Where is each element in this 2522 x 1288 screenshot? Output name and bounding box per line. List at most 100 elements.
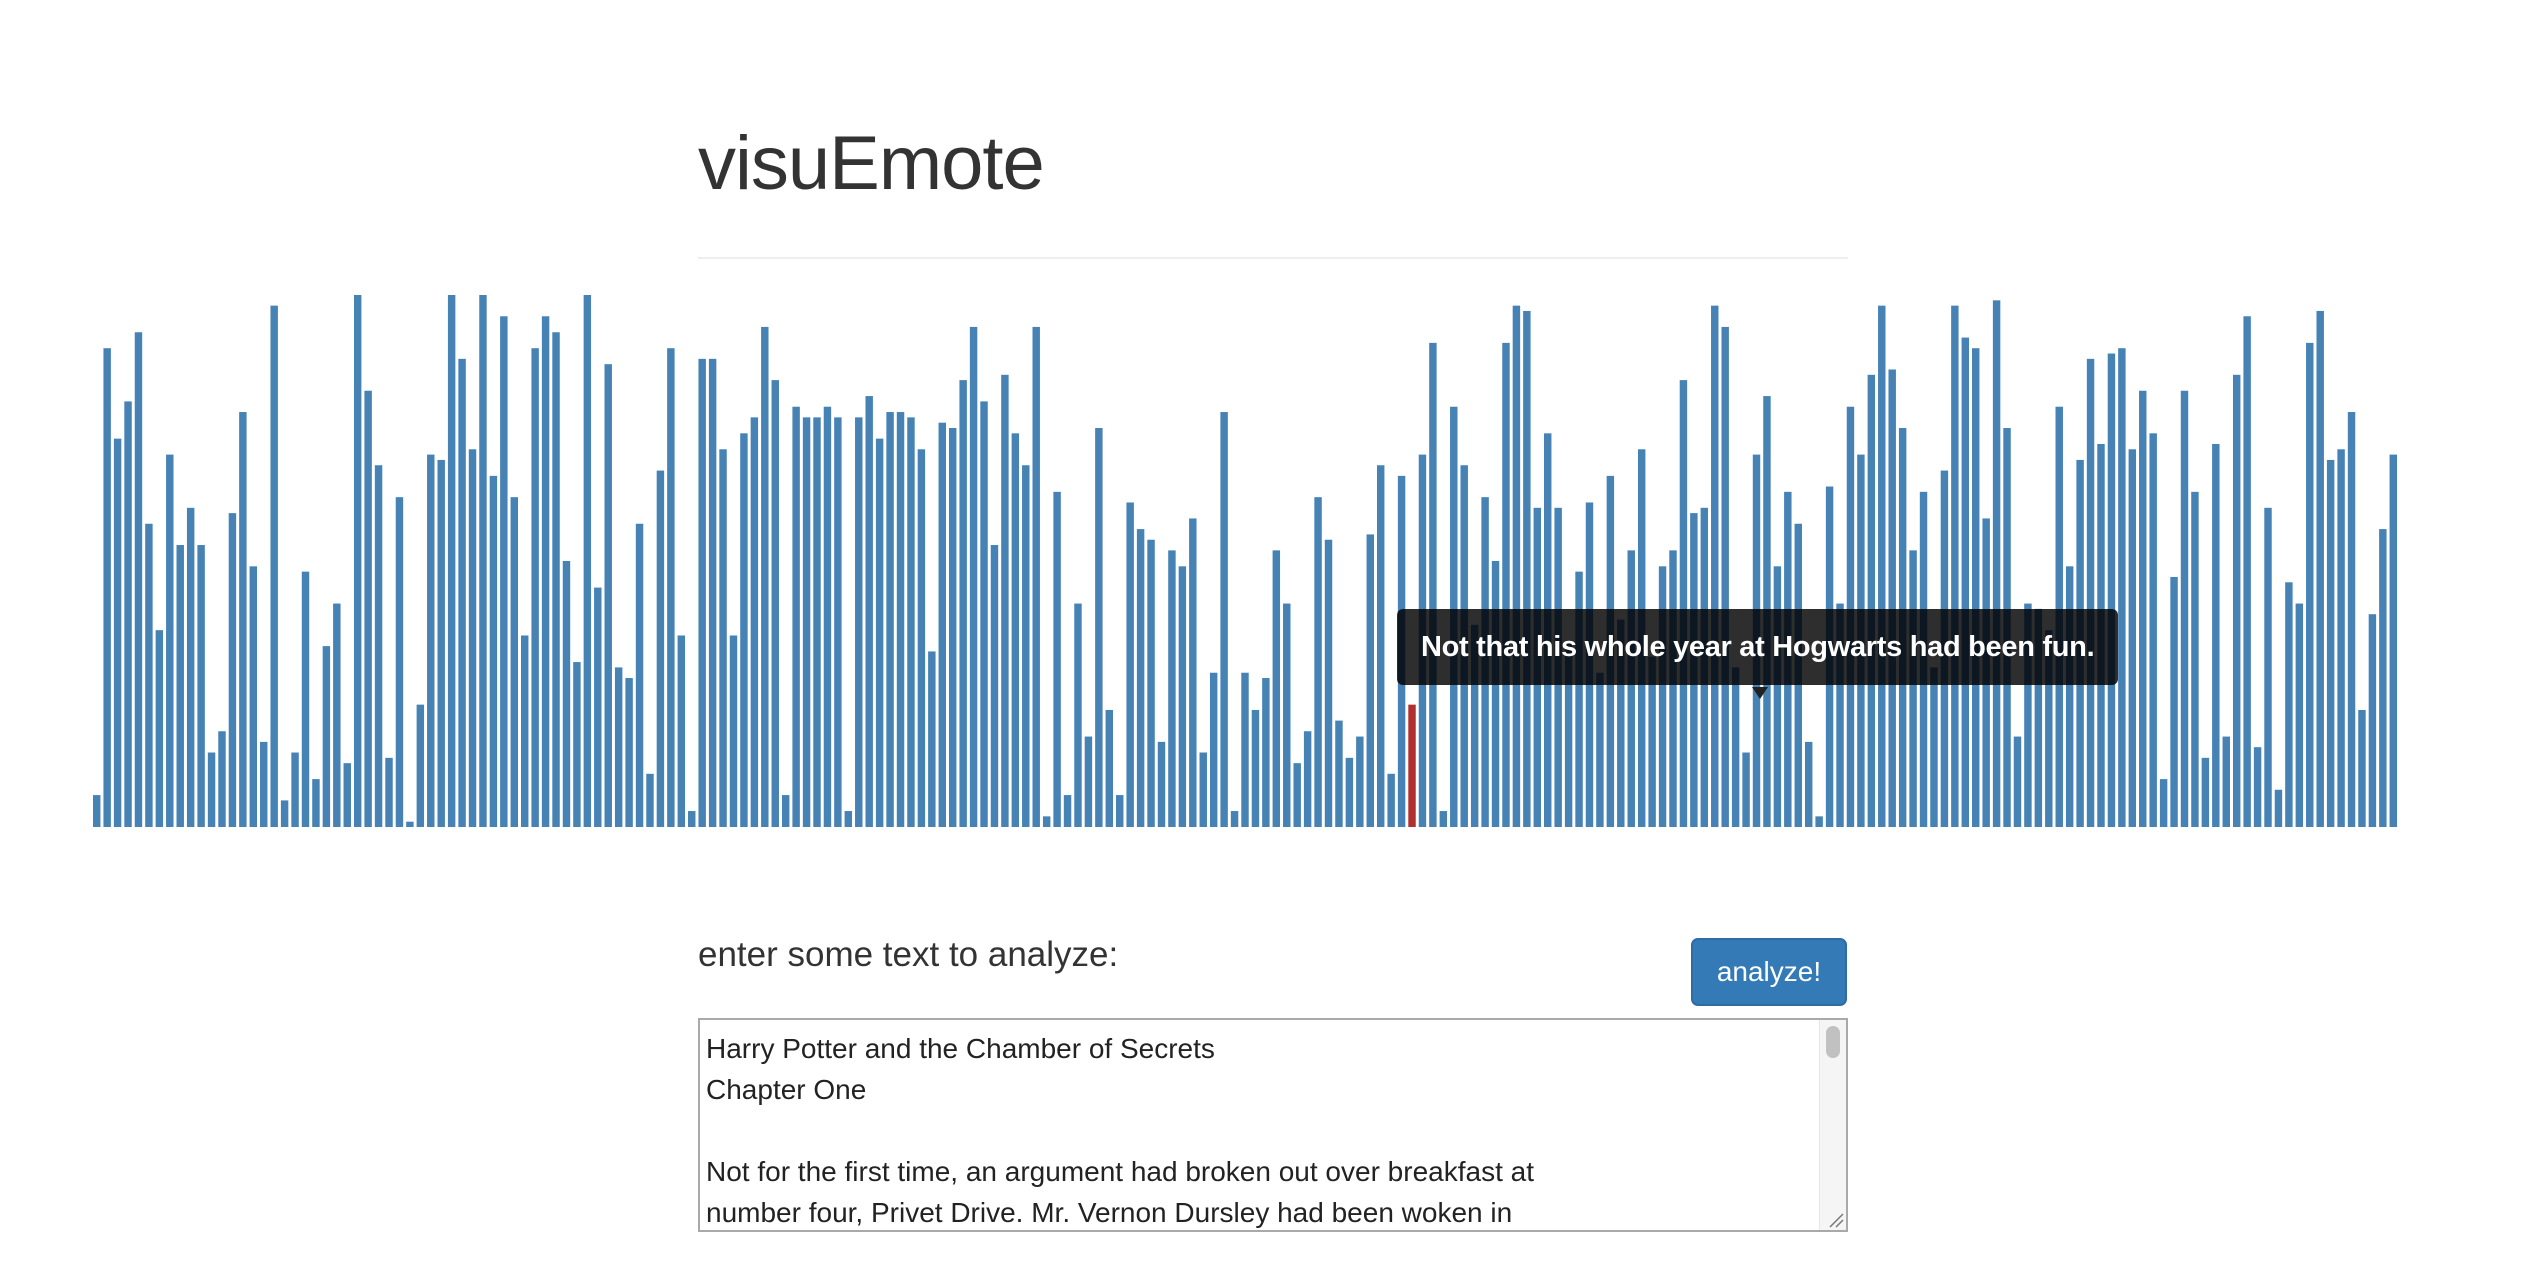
- bar[interactable]: [2118, 348, 2126, 827]
- bar[interactable]: [1032, 326, 1040, 827]
- bar[interactable]: [228, 513, 237, 827]
- bar[interactable]: [1199, 752, 1207, 827]
- bar[interactable]: [1992, 300, 2001, 827]
- bar[interactable]: [2285, 582, 2293, 827]
- bar[interactable]: [134, 332, 143, 827]
- bar[interactable]: [1157, 741, 1166, 827]
- bar[interactable]: [2065, 566, 2074, 827]
- bar[interactable]: [2274, 789, 2283, 827]
- bar[interactable]: [218, 731, 226, 827]
- bar[interactable]: [510, 497, 518, 827]
- bar[interactable]: [594, 587, 602, 827]
- bar[interactable]: [1658, 566, 1667, 827]
- bar[interactable]: [980, 401, 988, 827]
- bar[interactable]: [2306, 342, 2314, 827]
- text-scrollbar[interactable]: [1819, 1020, 1846, 1230]
- bar[interactable]: [93, 795, 101, 827]
- bar[interactable]: [1366, 534, 1374, 827]
- bar[interactable]: [2159, 779, 2168, 827]
- bar[interactable]: [740, 433, 748, 827]
- bar[interactable]: [844, 811, 853, 827]
- bar[interactable]: [166, 454, 174, 827]
- bar[interactable]: [761, 326, 769, 827]
- bar[interactable]: [2222, 736, 2230, 827]
- bar[interactable]: [2326, 459, 2335, 827]
- bar[interactable]: [1147, 539, 1155, 827]
- bar[interactable]: [1742, 752, 1750, 827]
- bar[interactable]: [1627, 550, 1635, 827]
- bar[interactable]: [1011, 433, 1020, 827]
- bar[interactable]: [635, 523, 644, 827]
- bar[interactable]: [1387, 773, 1395, 827]
- bar[interactable]: [479, 295, 487, 827]
- bar[interactable]: [750, 417, 759, 827]
- bar[interactable]: [1335, 720, 1343, 827]
- bar[interactable]: [719, 449, 727, 827]
- bar[interactable]: [1074, 603, 1082, 827]
- text-input-content[interactable]: Harry Potter and the Chamber of Secrets C…: [706, 1028, 1814, 1230]
- bar[interactable]: [698, 358, 706, 827]
- bar[interactable]: [1283, 603, 1291, 827]
- bar[interactable]: [917, 449, 926, 827]
- bar[interactable]: [2191, 491, 2199, 827]
- bar[interactable]: [2379, 529, 2387, 827]
- bar[interactable]: [312, 779, 320, 827]
- bar-highlighted[interactable]: [1408, 704, 1416, 827]
- bar[interactable]: [1721, 326, 1729, 827]
- bar[interactable]: [562, 561, 571, 827]
- bar[interactable]: [1293, 763, 1301, 827]
- bar[interactable]: [270, 305, 278, 827]
- bar[interactable]: [468, 449, 477, 827]
- bar[interactable]: [280, 800, 289, 827]
- bar[interactable]: [2253, 747, 2262, 827]
- bar[interactable]: [2201, 757, 2210, 827]
- bar[interactable]: [1961, 337, 1970, 827]
- bar[interactable]: [552, 332, 560, 827]
- analyze-button[interactable]: analyze!: [1691, 938, 1847, 1006]
- bar[interactable]: [834, 417, 842, 827]
- bar[interactable]: [823, 406, 832, 827]
- bar[interactable]: [1512, 305, 1521, 827]
- bar[interactable]: [427, 454, 435, 827]
- bar[interactable]: [2212, 443, 2220, 827]
- bar[interactable]: [1523, 310, 1531, 828]
- bar[interactable]: [2389, 454, 2397, 827]
- bar[interactable]: [155, 630, 164, 827]
- bar[interactable]: [2170, 576, 2178, 827]
- bar[interactable]: [865, 396, 873, 827]
- bar[interactable]: [1303, 731, 1312, 827]
- bar[interactable]: [364, 390, 372, 827]
- bar[interactable]: [406, 821, 414, 827]
- bar[interactable]: [813, 417, 821, 827]
- bar[interactable]: [1063, 795, 1072, 827]
- bar[interactable]: [1867, 374, 1876, 827]
- bar[interactable]: [1439, 811, 1448, 827]
- bar[interactable]: [969, 326, 978, 827]
- bar[interactable]: [1502, 342, 1510, 827]
- bar[interactable]: [896, 412, 905, 827]
- bar[interactable]: [1022, 465, 1030, 827]
- bar[interactable]: [1105, 709, 1114, 827]
- bar[interactable]: [1126, 502, 1134, 827]
- bar[interactable]: [990, 545, 999, 827]
- bar[interactable]: [614, 667, 623, 827]
- bar[interactable]: [395, 497, 404, 827]
- bar[interactable]: [1209, 672, 1218, 827]
- bar[interactable]: [1972, 348, 1980, 827]
- bar[interactable]: [1314, 497, 1322, 827]
- bar[interactable]: [2347, 412, 2356, 827]
- bar[interactable]: [959, 380, 967, 827]
- bar[interactable]: [301, 571, 310, 827]
- bar[interactable]: [781, 795, 790, 827]
- bar[interactable]: [374, 465, 383, 827]
- bar[interactable]: [1731, 667, 1740, 827]
- bar[interactable]: [1116, 795, 1124, 827]
- bar[interactable]: [2013, 736, 2022, 827]
- text-input-area[interactable]: Harry Potter and the Chamber of Secrets C…: [698, 1018, 1848, 1232]
- bar[interactable]: [729, 635, 738, 827]
- bar[interactable]: [1815, 816, 1823, 827]
- bar[interactable]: [1909, 550, 1917, 827]
- bar[interactable]: [2243, 316, 2251, 827]
- bar[interactable]: [2149, 433, 2157, 827]
- bar[interactable]: [186, 507, 195, 827]
